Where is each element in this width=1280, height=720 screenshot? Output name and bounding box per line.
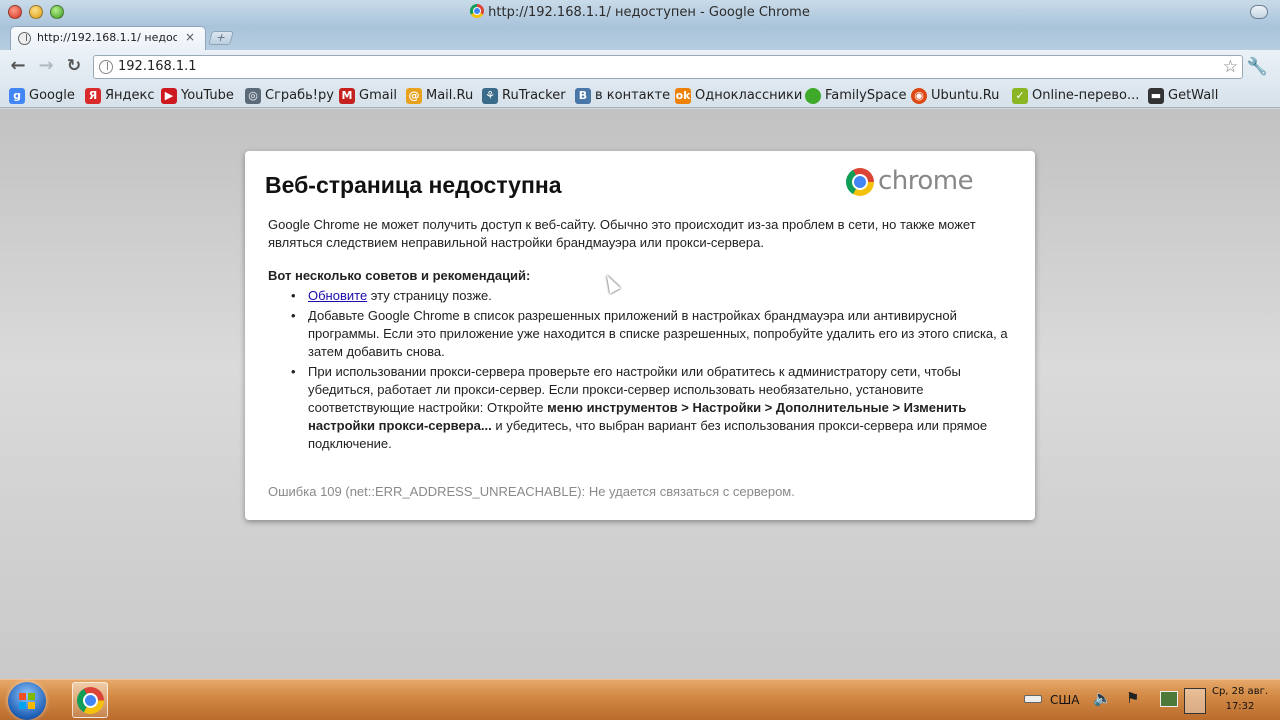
tip-item: При использовании прокси-сервера проверь… — [291, 363, 1018, 453]
bookmarks-bar: g Google Я Яндекс ▶ YouTube ◎ Сграбь!ру M Gma… — [0, 84, 1280, 108]
flag-icon[interactable]: ⚑ — [1126, 689, 1139, 707]
familyspace-icon — [805, 88, 821, 104]
tip-text: Добавьте Google Chrome в список разрешен… — [308, 308, 1008, 359]
clock-date: Ср, 28 авг. — [1211, 686, 1269, 697]
yandex-icon: Я — [85, 88, 101, 104]
reload-button[interactable]: ↻ — [64, 57, 84, 77]
getwall-icon: ▬ — [1148, 88, 1164, 104]
bookmark-translate[interactable]: ✓ Online-перево... — [1012, 87, 1139, 105]
taskbar: США 🔈 ⚑ Ср, 28 авг. 17:32 — [0, 679, 1280, 720]
bookmark-gmail[interactable]: M Gmail — [339, 87, 397, 105]
chrome-logo-icon — [846, 168, 874, 196]
page-content: Веб-страница недоступна chrome Google Ch… — [0, 109, 1280, 679]
window-title-text: http://192.168.1.1/ недоступен - Google … — [488, 5, 810, 20]
tip-item: Добавьте Google Chrome в список разрешен… — [291, 307, 1018, 361]
volume-icon[interactable]: 🔈 — [1093, 689, 1112, 707]
bookmark-ubuntu[interactable]: ◉ Ubuntu.Ru — [911, 87, 999, 105]
bookmark-odnoklassniki[interactable]: ok Одноклассники — [675, 87, 802, 105]
tab-title: http://192.168.1.1/ недоступен — [37, 31, 177, 44]
tab-active[interactable]: http://192.168.1.1/ недоступен × — [10, 26, 206, 50]
gmail-icon: M — [339, 88, 355, 104]
grab-icon: ◎ — [245, 88, 261, 104]
bookmark-yandex[interactable]: Я Яндекс — [85, 87, 155, 105]
address-bar[interactable]: 192.168.1.1 ☆ — [93, 55, 1243, 79]
bookmark-familyspace[interactable]: FamilySpace — [805, 87, 906, 105]
bookmark-mailru[interactable]: @ Mail.Ru — [406, 87, 473, 105]
browser-toolbar: ← → ↻ 192.168.1.1 ☆ 🔧 — [0, 50, 1280, 84]
window-titlebar[interactable]: http://192.168.1.1/ недоступен - Google … — [0, 0, 1280, 26]
battery-icon[interactable] — [1184, 688, 1206, 714]
bookmark-label: FamilySpace — [825, 88, 907, 103]
tip-text: эту страницу позже. — [367, 288, 492, 303]
clock[interactable]: Ср, 28 авг. 17:32 — [1211, 684, 1269, 714]
bookmark-youtube[interactable]: ▶ YouTube — [161, 87, 234, 105]
google-icon: g — [9, 88, 25, 104]
reload-link[interactable]: Обновите — [308, 288, 367, 303]
bookmark-label: Одноклассники — [695, 88, 803, 103]
page-icon — [99, 60, 113, 74]
tab-close-icon[interactable]: × — [185, 30, 195, 44]
error-title: Веб-страница недоступна — [265, 172, 562, 198]
ubuntu-icon: ◉ — [911, 88, 927, 104]
start-button[interactable] — [8, 682, 46, 720]
bookmark-rutracker[interactable]: ⚘ RuTracker — [482, 87, 566, 105]
bookmark-label: Google — [29, 88, 75, 103]
bookmark-vkontakte[interactable]: Вв контакте — [575, 87, 670, 105]
clock-time: 17:32 — [1225, 701, 1255, 712]
page-icon — [18, 32, 31, 45]
error-code: Ошибка 109 (net::ERR_ADDRESS_UNREACHABLE… — [268, 484, 795, 499]
bookmark-label: Яндекс — [105, 88, 155, 103]
vkontakte-icon: В — [575, 88, 591, 104]
bookmark-label: GetWall — [1168, 88, 1219, 103]
tips-heading: Вот несколько советов и рекомендаций: — [268, 268, 531, 283]
bookmark-label: Mail.Ru — [426, 88, 474, 103]
window-pill-button[interactable] — [1250, 5, 1268, 19]
new-tab-button[interactable]: + — [208, 31, 234, 45]
youtube-icon: ▶ — [161, 88, 177, 104]
keyboard-icon[interactable] — [1024, 695, 1042, 703]
bookmark-label: Online-перево... — [1032, 88, 1140, 103]
bookmark-label: Gmail — [359, 88, 397, 103]
bookmark-grab[interactable]: ◎ Сграбь!ру — [245, 87, 334, 105]
star-icon[interactable]: ☆ — [1223, 57, 1238, 77]
tips-list: Обновите эту страницу позже. Добавьте Go… — [291, 287, 1018, 455]
tab-strip: http://192.168.1.1/ недоступен × + — [0, 26, 1280, 50]
bookmark-google[interactable]: g Google — [9, 87, 75, 105]
language-indicator[interactable]: США — [1050, 693, 1079, 707]
translate-icon: ✓ — [1012, 88, 1028, 104]
chrome-icon — [77, 687, 104, 714]
network-icon[interactable] — [1160, 691, 1178, 707]
odnoklassniki-icon: ok — [675, 88, 691, 104]
bookmark-label: в контакте — [595, 88, 671, 103]
wrench-icon[interactable]: 🔧 — [1247, 57, 1268, 77]
window-title: http://192.168.1.1/ недоступен - Google … — [0, 4, 1280, 20]
error-description: Google Chrome не может получить доступ к… — [268, 217, 976, 250]
forward-button[interactable]: → — [36, 57, 56, 77]
taskbar-chrome-button[interactable] — [72, 682, 108, 718]
mailru-icon: @ — [406, 88, 422, 104]
rutracker-icon: ⚘ — [482, 88, 498, 104]
bookmark-label: Сграбь!ру — [265, 88, 334, 103]
chrome-icon — [470, 4, 485, 18]
address-bar-url: 192.168.1.1 — [118, 59, 197, 74]
error-panel: Веб-страница недоступна chrome Google Ch… — [245, 151, 1035, 520]
chrome-logo-text: chrome — [878, 166, 974, 196]
plus-icon: + — [214, 31, 228, 44]
bookmark-label: Ubuntu.Ru — [931, 88, 1000, 103]
tip-item: Обновите эту страницу позже. — [291, 287, 1018, 305]
back-button[interactable]: ← — [8, 57, 28, 77]
bookmark-label: RuTracker — [502, 88, 566, 103]
bookmark-label: YouTube — [181, 88, 234, 103]
bookmark-getwall[interactable]: ▬ GetWall — [1148, 87, 1218, 105]
